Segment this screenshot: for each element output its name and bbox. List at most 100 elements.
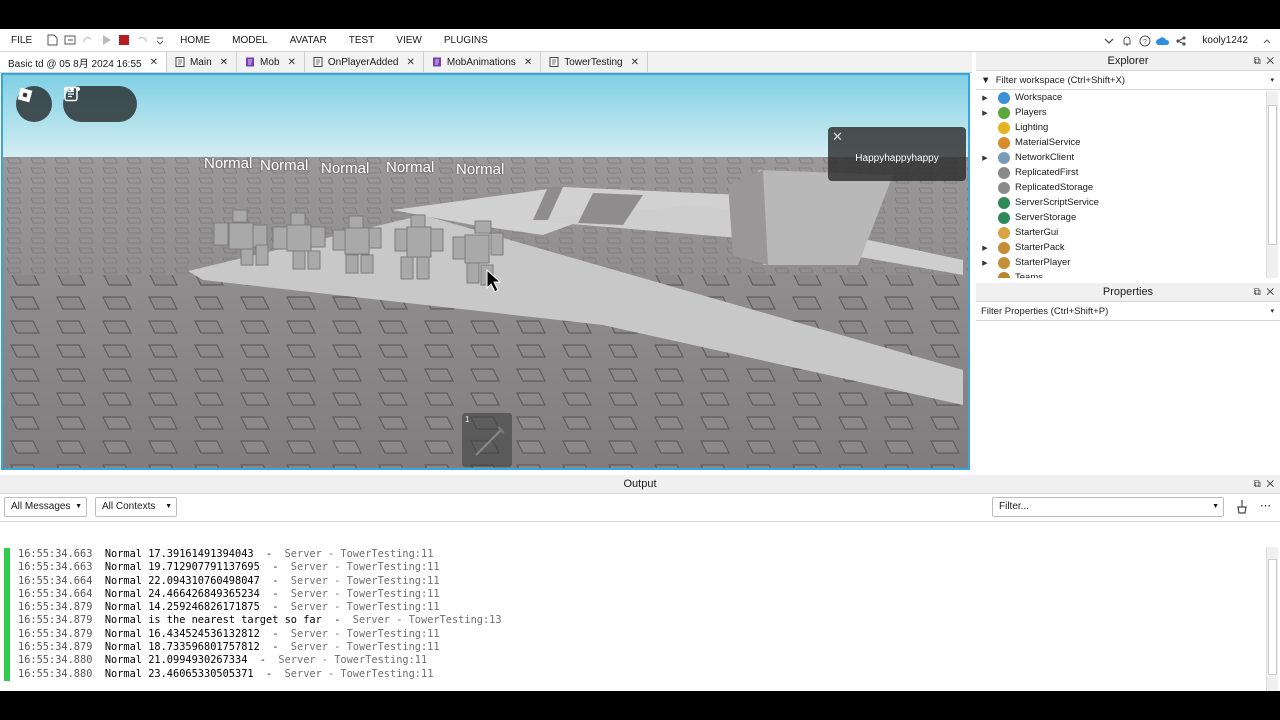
explorer-item-teams[interactable]: Teams: [976, 270, 1266, 278]
expand-arrow-icon[interactable]: ▶: [978, 109, 992, 117]
more-options-icon[interactable]: ⋯: [1260, 499, 1271, 512]
menu-right-group: ? kooly1242: [1100, 29, 1276, 52]
close-icon[interactable]: ✕: [631, 57, 639, 68]
scene-render: [3, 75, 968, 468]
explorer-item-serverscriptservice[interactable]: ServerScriptService: [976, 195, 1266, 210]
hotbar-slot[interactable]: 1: [462, 413, 512, 467]
username[interactable]: kooly1242: [1190, 35, 1258, 46]
output-scrollbar[interactable]: [1266, 547, 1278, 691]
log-source[interactable]: Server - TowerTesting:11: [278, 654, 427, 666]
explorer-item-replicatedstorage[interactable]: ReplicatedStorage: [976, 180, 1266, 195]
log-message: Normal 23.46065330505371: [104, 667, 254, 680]
log-source[interactable]: Server - TowerTesting:11: [285, 668, 434, 680]
explorer-item-label: Teams: [1015, 272, 1043, 278]
stop-icon[interactable]: [115, 29, 133, 52]
expand-arrow-icon[interactable]: ▶: [978, 244, 992, 252]
log-source[interactable]: Server - TowerTesting:11: [291, 601, 440, 613]
tab-onplayeradded[interactable]: OnPlayerAdded ✕: [304, 52, 424, 72]
script-icon: [175, 57, 185, 67]
explorer-item-serverstorage[interactable]: ServerStorage: [976, 210, 1266, 225]
explorer-header: Explorer ⧉ ✕: [976, 52, 1280, 71]
expand-arrow-icon[interactable]: ▶: [978, 94, 992, 102]
notifications-icon[interactable]: [1118, 29, 1136, 52]
explorer-item-starterplayer[interactable]: ▶ StarterPlayer: [976, 255, 1266, 270]
open-file-icon[interactable]: [61, 29, 79, 52]
contexts-filter-dropdown[interactable]: All Contexts ▼: [95, 497, 177, 517]
chevron-down-icon[interactable]: ▾: [1270, 72, 1274, 90]
redo-icon[interactable]: [79, 29, 97, 52]
menu-view[interactable]: VIEW: [385, 29, 433, 52]
close-icon[interactable]: ✕: [832, 129, 843, 145]
log-source[interactable]: Server - TowerTesting:11: [291, 641, 440, 653]
explorer-item-players[interactable]: ▶ Players: [976, 105, 1266, 120]
explorer-scrollbar[interactable]: [1266, 91, 1278, 278]
menu-file[interactable]: FILE: [0, 29, 43, 52]
log-level-bar: [4, 654, 10, 668]
play-icon[interactable]: [97, 29, 115, 52]
close-icon[interactable]: ✕: [524, 57, 532, 68]
log-source[interactable]: Server - TowerTesting:11: [291, 575, 440, 587]
mob-name-label: Normal: [456, 161, 505, 178]
close-icon[interactable]: ✕: [150, 57, 158, 68]
properties-title: Properties: [1102, 286, 1154, 298]
tab-mobanimations[interactable]: MobAnimations ✕: [423, 52, 542, 72]
cloud-sync-icon[interactable]: [1154, 29, 1172, 52]
messages-filter-dropdown[interactable]: All Messages ▼: [4, 497, 87, 517]
expand-arrow-icon[interactable]: ▶: [978, 154, 992, 162]
properties-filter-input[interactable]: Filter Properties (Ctrl+Shift+P) ▾: [976, 303, 1280, 321]
close-icon[interactable]: ✕: [288, 57, 296, 68]
explorer-item-lighting[interactable]: Lighting: [976, 120, 1266, 135]
user-menu-chevron-icon[interactable]: [1258, 29, 1276, 52]
explorer-item-starterpack[interactable]: ▶ StarterPack: [976, 240, 1266, 255]
scrollbar-thumb[interactable]: [1268, 559, 1277, 675]
new-file-icon[interactable]: [43, 29, 61, 52]
expand-arrow-icon[interactable]: ▶: [978, 259, 992, 267]
menu-test[interactable]: TEST: [338, 29, 386, 52]
scrollbar-thumb[interactable]: [1268, 105, 1277, 245]
close-icon[interactable]: ✕: [1266, 56, 1274, 67]
explorer-item-materialservice[interactable]: MaterialService: [976, 135, 1266, 150]
undock-icon[interactable]: ⧉: [1254, 56, 1261, 67]
log-source[interactable]: Server - TowerTesting:11: [291, 628, 440, 640]
chevron-down-icon[interactable]: ▾: [1270, 303, 1274, 321]
share-icon[interactable]: [1172, 29, 1190, 52]
properties-header: Properties ⧉ ✕: [976, 283, 1280, 302]
undo-icon[interactable]: [133, 29, 151, 52]
explorer-item-startergui[interactable]: StarterGui: [976, 225, 1266, 240]
menu-avatar[interactable]: AVATAR: [279, 29, 338, 52]
explorer-filter-input[interactable]: ▼ Filter workspace (Ctrl+Shift+X) ▾: [976, 72, 1280, 90]
help-icon[interactable]: ?: [1136, 29, 1154, 52]
server-script-icon: [998, 196, 1010, 209]
explorer-item-replicatedfirst[interactable]: ReplicatedFirst: [976, 165, 1266, 180]
quick-access-dropdown-icon[interactable]: [151, 29, 169, 52]
log-source[interactable]: Server - TowerTesting:11: [291, 588, 440, 600]
output-filter-input[interactable]: Filter... ▼: [992, 497, 1224, 517]
close-icon[interactable]: ✕: [1266, 287, 1274, 298]
collapse-ribbon-icon[interactable]: [1100, 29, 1118, 52]
explorer-item-workspace[interactable]: ▶ Workspace: [976, 90, 1266, 105]
menu-model[interactable]: MODEL: [221, 29, 279, 52]
tab-place[interactable]: Basic td @ 05 8月 2024 16:55 ✕: [0, 52, 167, 72]
tab-label: OnPlayerAdded: [327, 56, 399, 68]
log-source[interactable]: Server - TowerTesting:13: [353, 614, 502, 626]
menu-plugins[interactable]: PLUGINS: [433, 29, 499, 52]
close-icon[interactable]: ✕: [407, 57, 415, 68]
roblox-menu-button[interactable]: [16, 86, 52, 122]
menu-home[interactable]: HOME: [169, 29, 221, 52]
chat-icon[interactable]: [64, 86, 137, 122]
log-source[interactable]: Server - TowerTesting:11: [291, 561, 440, 573]
clear-output-icon[interactable]: [1234, 499, 1250, 515]
tab-main[interactable]: Main ✕: [166, 52, 238, 72]
explorer-item-networkclient[interactable]: ▶ NetworkClient: [976, 150, 1266, 165]
undock-icon[interactable]: ⧉: [1254, 479, 1261, 490]
close-icon[interactable]: ✕: [220, 57, 228, 68]
close-icon[interactable]: ✕: [1266, 479, 1274, 490]
tab-mob[interactable]: Mob ✕: [237, 52, 305, 72]
undock-icon[interactable]: ⧉: [1254, 287, 1261, 298]
output-title: Output: [623, 478, 657, 490]
tab-towertesting[interactable]: TowerTesting ✕: [541, 52, 648, 72]
log-source[interactable]: Server - TowerTesting:11: [285, 548, 434, 560]
game-viewport[interactable]: Normal Normal Normal Normal Normal ✕ Hap…: [1, 73, 970, 470]
log-message: Normal 17.39161491394043: [104, 548, 254, 560]
script-icon: [313, 57, 323, 67]
